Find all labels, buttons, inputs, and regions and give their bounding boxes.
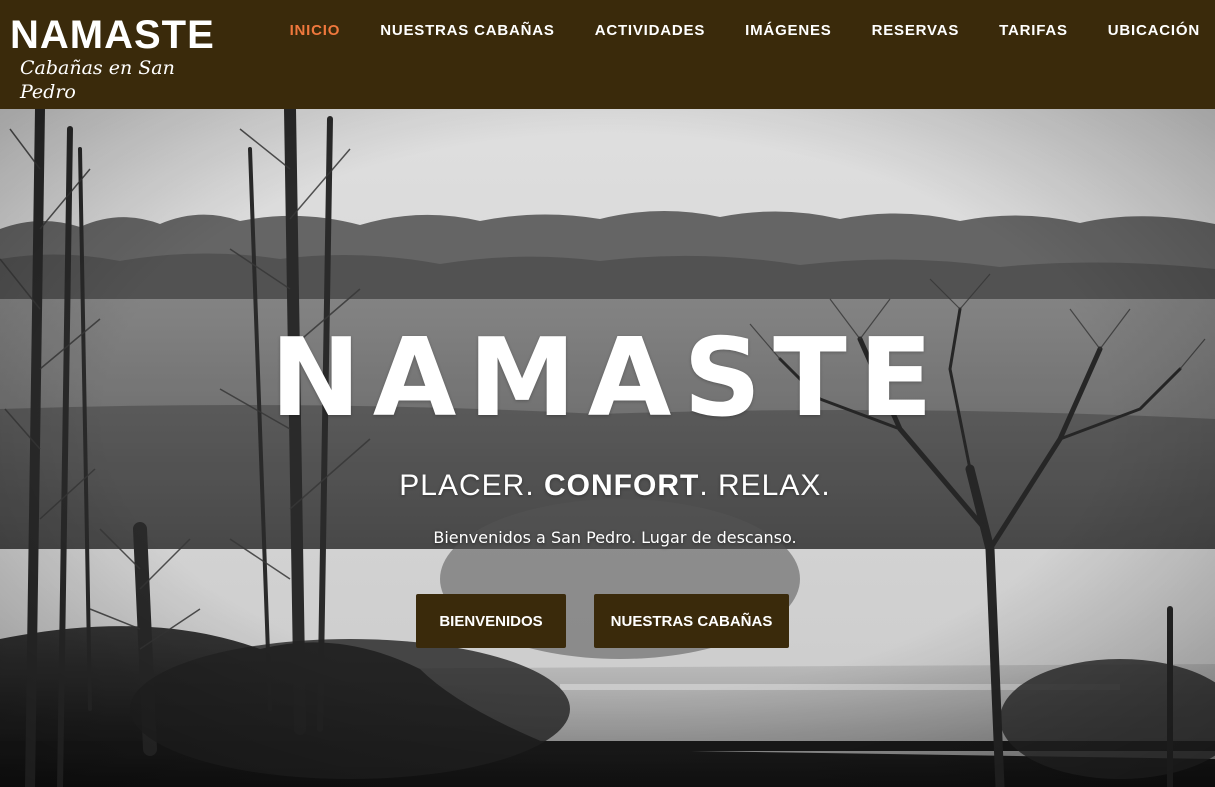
hero-background-photo [0, 109, 1215, 787]
site-header: NAMASTE Cabañas en San Pedro INICIO NUES… [0, 0, 1215, 109]
nav-item-reservas[interactable]: RESERVAS [872, 22, 960, 39]
nav-item-nuestras-cabanas[interactable]: NUESTRAS CABAÑAS [380, 22, 554, 39]
main-nav: INICIO NUESTRAS CABAÑAS ACTIVIDADES IMÁG… [290, 18, 1200, 42]
nav-item-ubicacion[interactable]: UBICACIÓN [1108, 22, 1200, 39]
bienvenidos-button[interactable]: BIENVENIDOS [416, 594, 566, 648]
logo-title: NAMASTE [10, 13, 215, 57]
hero-section: NAMASTE PLACER. CONFORT. RELAX. Bienveni… [0, 109, 1215, 787]
nav-item-tarifas[interactable]: TARIFAS [999, 22, 1068, 39]
tagline-relax: . RELAX. [699, 469, 831, 502]
hero-welcome-text: Bienvenidos a San Pedro. Lugar de descan… [433, 528, 797, 547]
nav-item-inicio[interactable]: INICIO [290, 22, 341, 39]
hero-tagline: PLACER. CONFORT. RELAX. [0, 466, 1215, 506]
logo-subtitle: Cabañas en San Pedro [20, 57, 175, 103]
nuestras-cabanas-button[interactable]: NUESTRAS CABAÑAS [594, 594, 789, 648]
tagline-placer: PLACER. [399, 469, 544, 502]
tagline-confort: CONFORT [544, 469, 700, 502]
nav-item-imagenes[interactable]: IMÁGENES [745, 22, 831, 39]
nav-item-actividades[interactable]: ACTIVIDADES [595, 22, 705, 39]
site-logo[interactable]: NAMASTE Cabañas en San Pedro [10, 12, 220, 103]
hero-title: NAMASTE [270, 316, 945, 441]
